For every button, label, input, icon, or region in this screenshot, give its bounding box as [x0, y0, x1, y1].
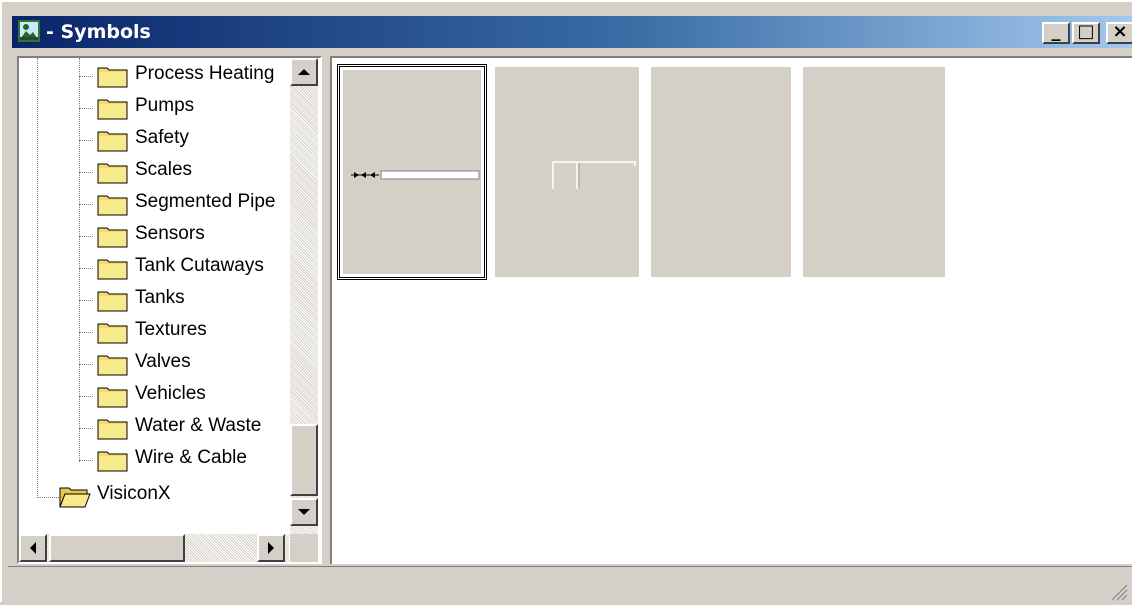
tree-connector: [79, 332, 93, 333]
tree-vertical-scrollbar[interactable]: [290, 58, 318, 538]
tree-connector: [79, 140, 93, 141]
tree-connector: [79, 364, 93, 365]
symbol-tile-3[interactable]: [651, 67, 791, 277]
folder-icon: [97, 195, 128, 216]
tree-item-label: Process Heating: [135, 63, 275, 84]
tree-item-label: Safety: [135, 127, 189, 148]
scroll-corner: [290, 534, 318, 562]
tree-connector: [79, 268, 93, 269]
arrow-left-icon: [30, 542, 36, 554]
folder-icon: [97, 387, 128, 408]
window-title: - Symbols: [46, 21, 151, 43]
tree-connector: [79, 396, 93, 397]
symbol-tile-1[interactable]: [337, 64, 487, 280]
tree-item-label: Tank Cutaways: [135, 255, 264, 276]
minimize-button[interactable]: _: [1042, 21, 1070, 44]
folder-icon: [97, 67, 128, 88]
tree-connector: [37, 497, 59, 498]
folder-icon: [97, 99, 128, 120]
status-bar: [8, 566, 1132, 605]
folder-icon: [97, 419, 128, 440]
tree-connector: [79, 204, 93, 205]
close-icon: ×: [1112, 21, 1128, 42]
tree-item-label: Vehicles: [135, 383, 206, 404]
tree-horizontal-scrollbar[interactable]: [19, 534, 289, 562]
pipe-arrow-symbol: [351, 170, 480, 180]
folder-icon: [97, 355, 128, 376]
symbol-tile-2[interactable]: [495, 67, 639, 277]
tree-item-label: Tanks: [135, 287, 185, 308]
arrow-right-icon: [268, 542, 274, 554]
close-button[interactable]: ×: [1106, 21, 1132, 44]
scroll-left-button[interactable]: [19, 534, 47, 562]
folder-icon: [97, 259, 128, 280]
scroll-thumb-horizontal[interactable]: [49, 534, 185, 562]
folder-open-icon: [59, 487, 91, 508]
pipe-tee-symbol: [552, 161, 636, 189]
tree-connector: [79, 76, 93, 77]
tree-connector: [79, 172, 93, 173]
folder-icon: [97, 163, 128, 184]
tree-root-line: [37, 58, 38, 498]
tree-item-label: Segmented Pipe: [135, 191, 276, 212]
scroll-right-button[interactable]: [257, 534, 285, 562]
tree-connector: [79, 236, 93, 237]
scroll-down-button[interactable]: [290, 498, 318, 526]
category-tree[interactable]: Process Heating Pumps Safety Scales Segm…: [17, 56, 322, 564]
symbol-gallery[interactable]: [330, 56, 1132, 564]
maximize-button[interactable]: □: [1072, 21, 1100, 44]
arrow-down-icon: [298, 509, 310, 515]
tree-connector: [79, 428, 93, 429]
scroll-up-button[interactable]: [290, 58, 318, 86]
symbols-window: - Symbols _ □ × Process Heating Pumps Sa…: [0, 0, 1132, 605]
tree-connector: [79, 460, 93, 461]
tree-branch-line: [79, 58, 80, 462]
folder-icon: [97, 291, 128, 312]
tree-connector: [79, 108, 93, 109]
folder-icon: [97, 227, 128, 248]
tree-item-label: Pumps: [135, 95, 195, 116]
tree-item-label: Sensors: [135, 223, 205, 244]
folder-icon: [97, 451, 128, 472]
tree-item-label: Scales: [135, 159, 193, 180]
folder-icon: [97, 323, 128, 344]
maximize-icon: □: [1077, 21, 1095, 42]
resize-grip-icon[interactable]: [1108, 581, 1128, 601]
symbol-tile-4[interactable]: [803, 67, 945, 277]
tree-item-label: Wire & Cable: [135, 447, 247, 468]
arrow-up-icon: [298, 69, 310, 75]
scroll-thumb[interactable]: [290, 424, 318, 496]
minimize-icon: _: [1051, 21, 1061, 42]
app-icon: [18, 20, 40, 42]
tree-connector: [79, 300, 93, 301]
pane-splitter[interactable]: [322, 56, 330, 564]
tree-item-label: Water & Waste: [135, 415, 262, 436]
tree-item-label: Textures: [135, 319, 207, 340]
tree-item-label: VisiconX: [97, 483, 171, 504]
tree-item-label: Valves: [135, 351, 191, 372]
folder-icon: [97, 131, 128, 152]
title-bar[interactable]: - Symbols _ □ ×: [12, 16, 1132, 48]
